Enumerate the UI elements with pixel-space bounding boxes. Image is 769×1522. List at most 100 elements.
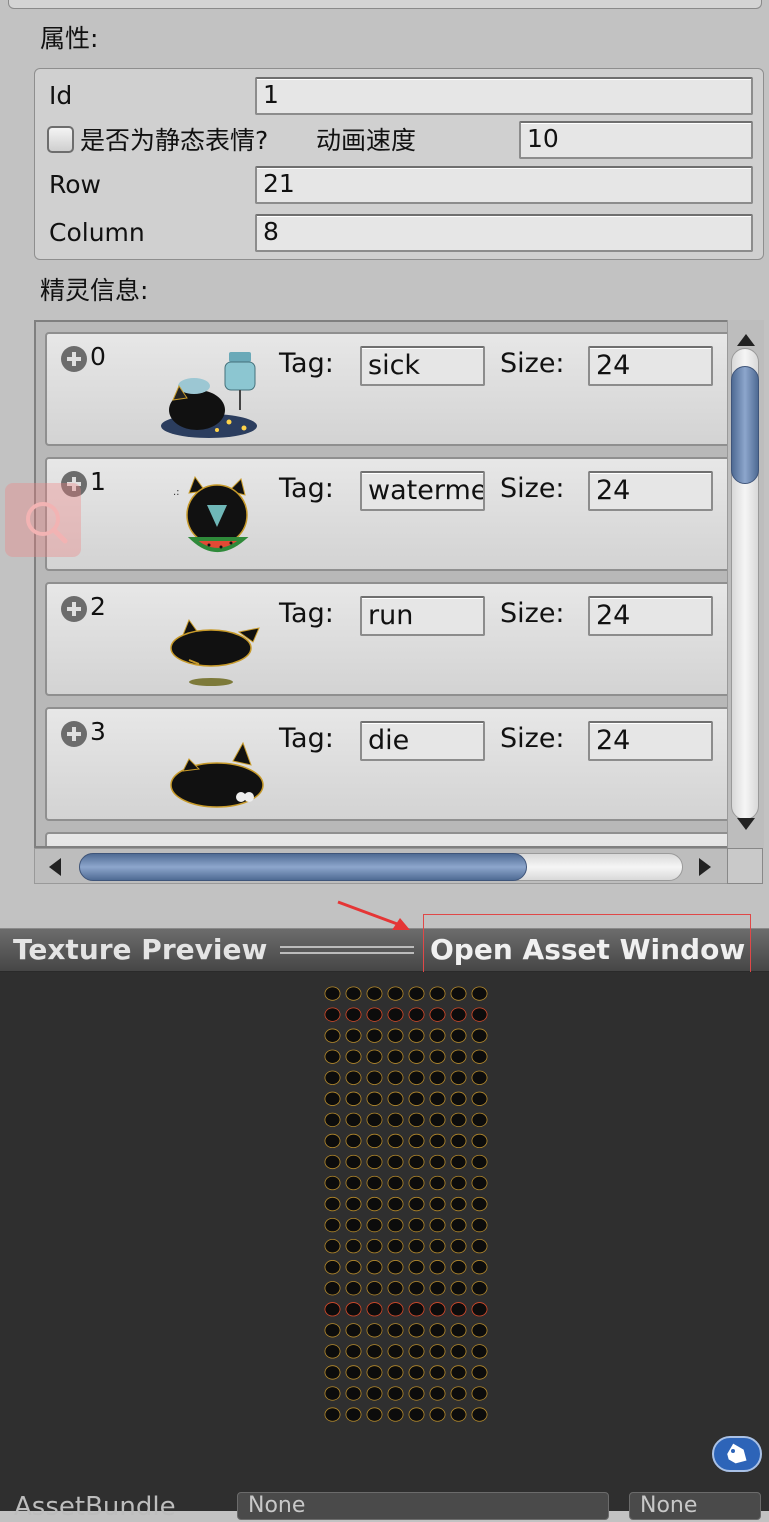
sprite-cell bbox=[471, 1407, 488, 1422]
sprite-cell bbox=[366, 1196, 383, 1212]
sprite-cell bbox=[450, 1070, 467, 1085]
sprite-cell bbox=[366, 1133, 383, 1149]
add-icon[interactable] bbox=[61, 596, 87, 622]
size-field[interactable]: 24 bbox=[588, 721, 713, 761]
scroll-corner bbox=[727, 848, 763, 884]
sprite-cell bbox=[408, 1217, 425, 1233]
sprite-item-2[interactable]: 2 Tag: run Size: 24 bbox=[45, 582, 727, 696]
column-label: Column bbox=[49, 218, 145, 247]
sprite-cell bbox=[471, 1260, 488, 1275]
sprite-cell bbox=[450, 1007, 467, 1022]
sprite-cell bbox=[471, 1091, 488, 1106]
sprite-cell bbox=[450, 1407, 467, 1422]
sprite-cell bbox=[345, 986, 362, 1001]
sprite-cell bbox=[471, 1344, 488, 1359]
sprite-cell bbox=[324, 1175, 341, 1191]
sprite-cell bbox=[450, 1365, 467, 1380]
size-field[interactable]: 24 bbox=[588, 471, 713, 511]
size-field[interactable]: 24 bbox=[588, 346, 713, 386]
sprite-cell bbox=[429, 1260, 446, 1275]
asset-label-button[interactable] bbox=[712, 1436, 762, 1472]
sprite-cell bbox=[366, 1239, 383, 1254]
sprite-cell bbox=[345, 1239, 362, 1254]
sprite-watermelon-thumbnail: .: bbox=[173, 475, 249, 552]
scroll-right-arrow-icon[interactable] bbox=[699, 858, 711, 876]
assetbundle-name-dropdown[interactable]: None bbox=[237, 1492, 609, 1520]
add-icon[interactable] bbox=[61, 721, 87, 747]
sprite-cell bbox=[408, 1091, 425, 1106]
tag-label: Tag: bbox=[279, 348, 334, 379]
header-divider bbox=[280, 946, 414, 954]
sprite-cell bbox=[345, 1049, 362, 1064]
sprite-cell bbox=[387, 1260, 404, 1275]
sprite-item-partial[interactable] bbox=[45, 832, 727, 846]
sprite-cell bbox=[408, 1133, 425, 1149]
sprite-cell bbox=[324, 1239, 341, 1254]
sprite-item-1[interactable]: 1 .: Tag: watermelon Size: 24 bbox=[45, 457, 727, 571]
scroll-up-arrow-icon[interactable] bbox=[737, 334, 755, 346]
scroll-left-arrow-icon[interactable] bbox=[49, 858, 61, 876]
sprite-sick-thumbnail bbox=[161, 352, 257, 438]
sprite-cell bbox=[324, 1196, 341, 1212]
sprite-cell bbox=[366, 1007, 383, 1022]
tag-field[interactable]: die bbox=[360, 721, 485, 761]
sprite-cell bbox=[429, 1175, 446, 1191]
sprite-list-vertical-scrollbar[interactable] bbox=[727, 320, 764, 848]
sprite-cell bbox=[324, 1386, 341, 1401]
vertical-scroll-thumb[interactable] bbox=[731, 366, 759, 484]
sprite-cell bbox=[387, 1049, 404, 1064]
sprite-index: 1 bbox=[90, 467, 106, 496]
sprite-cell bbox=[408, 1070, 425, 1085]
sprite-cell bbox=[366, 1344, 383, 1359]
sprite-item-0[interactable]: 0 Tag: sick Size: 24 bbox=[45, 332, 727, 446]
sprite-cell bbox=[345, 1154, 362, 1170]
sprite-list[interactable]: 0 Tag: sick Size: 24 1 .: Tag: watermelo bbox=[34, 320, 729, 848]
size-field[interactable]: 24 bbox=[588, 596, 713, 636]
id-field[interactable]: 1 bbox=[255, 77, 753, 115]
tag-label: Tag: bbox=[279, 598, 334, 629]
anim-speed-field[interactable]: 10 bbox=[519, 121, 753, 159]
sprite-cell bbox=[450, 1154, 467, 1170]
sprite-die-thumbnail bbox=[170, 741, 264, 808]
sprite-cell bbox=[366, 1302, 383, 1317]
sprite-cell bbox=[450, 1344, 467, 1359]
sprite-cell bbox=[471, 1007, 488, 1022]
sprite-cell bbox=[429, 1007, 446, 1022]
sprite-cell bbox=[408, 1281, 425, 1296]
static-emoji-checkbox[interactable] bbox=[47, 126, 74, 153]
sprite-cell bbox=[429, 1239, 446, 1254]
add-icon[interactable] bbox=[61, 346, 87, 372]
sprite-cell bbox=[408, 1365, 425, 1380]
sprite-cell bbox=[429, 1196, 446, 1212]
sprite-cell bbox=[366, 1028, 383, 1043]
horizontal-scroll-thumb[interactable] bbox=[79, 853, 527, 881]
row-field[interactable]: 21 bbox=[255, 166, 753, 204]
sprite-list-horizontal-scrollbar[interactable] bbox=[34, 848, 729, 884]
sprite-cell bbox=[387, 1091, 404, 1106]
tag-field[interactable]: run bbox=[360, 596, 485, 636]
svg-text:.:: .: bbox=[173, 487, 180, 498]
sprite-cell bbox=[408, 1196, 425, 1212]
sprite-cell bbox=[324, 1112, 341, 1127]
sprite-cell bbox=[471, 1049, 488, 1064]
sprite-cell bbox=[408, 1028, 425, 1043]
sprite-cell bbox=[471, 1112, 488, 1127]
magnifier-overlay[interactable] bbox=[5, 483, 81, 557]
size-label: Size: bbox=[500, 723, 565, 754]
scroll-down-arrow-icon[interactable] bbox=[737, 818, 755, 830]
tag-field[interactable]: sick bbox=[360, 346, 485, 386]
sprite-cell bbox=[471, 1070, 488, 1085]
search-icon bbox=[26, 502, 68, 544]
sprite-cell bbox=[345, 1007, 362, 1022]
sprite-cell bbox=[324, 1365, 341, 1380]
sprite-cell bbox=[324, 1281, 341, 1296]
sprite-cell bbox=[471, 1239, 488, 1254]
sprite-cell bbox=[345, 1133, 362, 1149]
sprite-cell bbox=[471, 1281, 488, 1296]
tag-field[interactable]: watermelon bbox=[360, 471, 485, 511]
column-field[interactable]: 8 bbox=[255, 214, 753, 252]
sprite-item-3[interactable]: 3 Tag: die Size: 24 bbox=[45, 707, 727, 821]
assetbundle-variant-dropdown[interactable]: None bbox=[629, 1492, 761, 1520]
sprite-cell bbox=[345, 1112, 362, 1127]
sprite-cell bbox=[408, 986, 425, 1001]
